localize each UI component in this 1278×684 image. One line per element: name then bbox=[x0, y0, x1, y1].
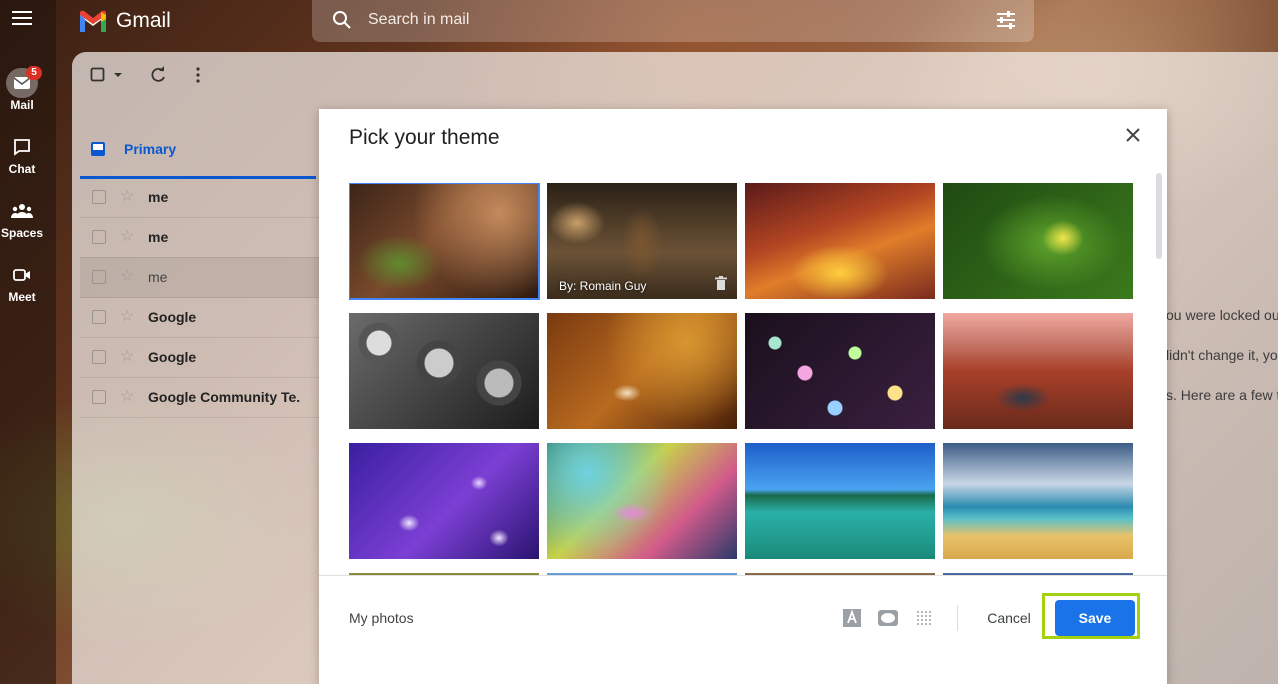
footer-divider bbox=[319, 575, 1167, 576]
chat-icon bbox=[6, 132, 38, 162]
spaces-icon bbox=[6, 196, 38, 226]
nav-meet[interactable]: Meet bbox=[0, 260, 44, 304]
theme-water-drop[interactable] bbox=[547, 443, 737, 559]
hamburger-icon bbox=[12, 11, 32, 25]
my-photos-link[interactable]: My photos bbox=[349, 610, 414, 626]
refresh-icon bbox=[151, 66, 165, 82]
row-sender: Google Community Te. bbox=[148, 389, 301, 405]
main-menu-button[interactable] bbox=[8, 6, 36, 34]
nav-spaces-label: Spaces bbox=[0, 226, 44, 240]
row-checkbox[interactable] bbox=[92, 270, 106, 284]
nav-spaces[interactable]: Spaces bbox=[0, 196, 44, 240]
nav-chat-label: Chat bbox=[8, 162, 36, 176]
row-sender: Google bbox=[148, 349, 197, 365]
row-checkbox[interactable] bbox=[92, 190, 106, 204]
search-bar[interactable]: Search in mail bbox=[312, 0, 1034, 42]
theme-dialog: Pick your theme By: Romain Guy My photos… bbox=[319, 109, 1167, 684]
blur-icon[interactable] bbox=[913, 608, 935, 628]
theme-autumn-leaves[interactable] bbox=[547, 313, 737, 429]
theme-pipes[interactable] bbox=[349, 313, 539, 429]
row-checkbox[interactable] bbox=[92, 390, 106, 404]
theme-canyon[interactable] bbox=[745, 183, 935, 299]
row-checkbox[interactable] bbox=[92, 350, 106, 364]
theme-grid: By: Romain Guy bbox=[349, 183, 1139, 575]
theme-chess[interactable]: By: Romain Guy bbox=[547, 183, 737, 299]
text-background-icon[interactable] bbox=[841, 608, 863, 628]
row-sender: Google bbox=[148, 309, 197, 325]
email-row[interactable]: ☆ me bbox=[80, 177, 320, 218]
email-row[interactable]: ☆ me bbox=[80, 217, 320, 258]
email-snippet: lidn't change it, yo bbox=[1166, 347, 1278, 363]
nav-mail-label: Mail bbox=[10, 98, 34, 112]
gmail-m-icon bbox=[80, 10, 106, 32]
app-name: Gmail bbox=[116, 9, 171, 32]
nav-chat[interactable]: Chat bbox=[0, 132, 44, 176]
checkbox-dropdown-icon bbox=[90, 67, 122, 82]
more-vert-icon bbox=[196, 67, 200, 83]
star-icon[interactable]: ☆ bbox=[120, 346, 134, 366]
inbox-icon bbox=[91, 142, 105, 156]
theme-fern-leaves[interactable] bbox=[349, 183, 540, 300]
email-row[interactable]: ☆ me bbox=[80, 257, 320, 298]
trash-icon[interactable] bbox=[715, 276, 727, 290]
theme-caterpillar[interactable] bbox=[943, 183, 1133, 299]
theme-beach[interactable] bbox=[943, 443, 1133, 559]
footer-separator bbox=[957, 605, 958, 631]
star-icon[interactable]: ☆ bbox=[120, 186, 134, 206]
row-checkbox[interactable] bbox=[92, 230, 106, 244]
scrollbar[interactable] bbox=[1156, 173, 1162, 259]
theme-bokeh[interactable] bbox=[745, 313, 935, 429]
email-snippet: ou were locked ou bbox=[1166, 307, 1278, 323]
row-sender: me bbox=[148, 269, 168, 285]
tab-primary[interactable] bbox=[80, 130, 316, 179]
star-icon[interactable]: ☆ bbox=[120, 266, 134, 286]
star-icon[interactable]: ☆ bbox=[120, 386, 134, 406]
refresh-button[interactable] bbox=[148, 65, 168, 85]
search-input[interactable]: Search in mail bbox=[368, 11, 469, 29]
star-icon[interactable]: ☆ bbox=[120, 306, 134, 326]
select-all-checkbox[interactable] bbox=[90, 66, 126, 84]
email-row[interactable]: ☆ Google bbox=[80, 337, 320, 378]
tab-primary-label: Primary bbox=[124, 141, 177, 157]
theme-lake-trees[interactable] bbox=[745, 443, 935, 559]
theme-horseshoe-bend[interactable] bbox=[943, 313, 1133, 429]
email-row[interactable]: ☆ Google bbox=[80, 297, 320, 338]
save-button[interactable]: Save bbox=[1055, 600, 1135, 636]
nav-meet-label: Meet bbox=[8, 290, 36, 304]
email-snippet: s. Here are a few t bbox=[1166, 387, 1278, 403]
theme-jellyfish[interactable] bbox=[349, 443, 539, 559]
gmail-logo[interactable]: Gmail bbox=[78, 6, 171, 36]
star-icon[interactable]: ☆ bbox=[120, 226, 134, 246]
more-options-button[interactable] bbox=[190, 65, 206, 85]
close-icon[interactable] bbox=[1121, 123, 1145, 147]
video-camera-icon bbox=[6, 260, 38, 290]
vignette-icon[interactable] bbox=[877, 608, 899, 628]
row-sender: me bbox=[148, 189, 169, 205]
row-checkbox[interactable] bbox=[92, 310, 106, 324]
cancel-button[interactable]: Cancel bbox=[971, 604, 1047, 632]
search-options-icon[interactable] bbox=[994, 8, 1018, 32]
unread-badge: 5 bbox=[26, 66, 42, 80]
row-sender: me bbox=[148, 229, 169, 245]
email-row[interactable]: ☆ Google Community Te. bbox=[80, 377, 320, 418]
search-icon[interactable] bbox=[330, 8, 354, 32]
theme-caption: By: Romain Guy bbox=[559, 279, 647, 293]
dialog-title: Pick your theme bbox=[349, 126, 500, 149]
